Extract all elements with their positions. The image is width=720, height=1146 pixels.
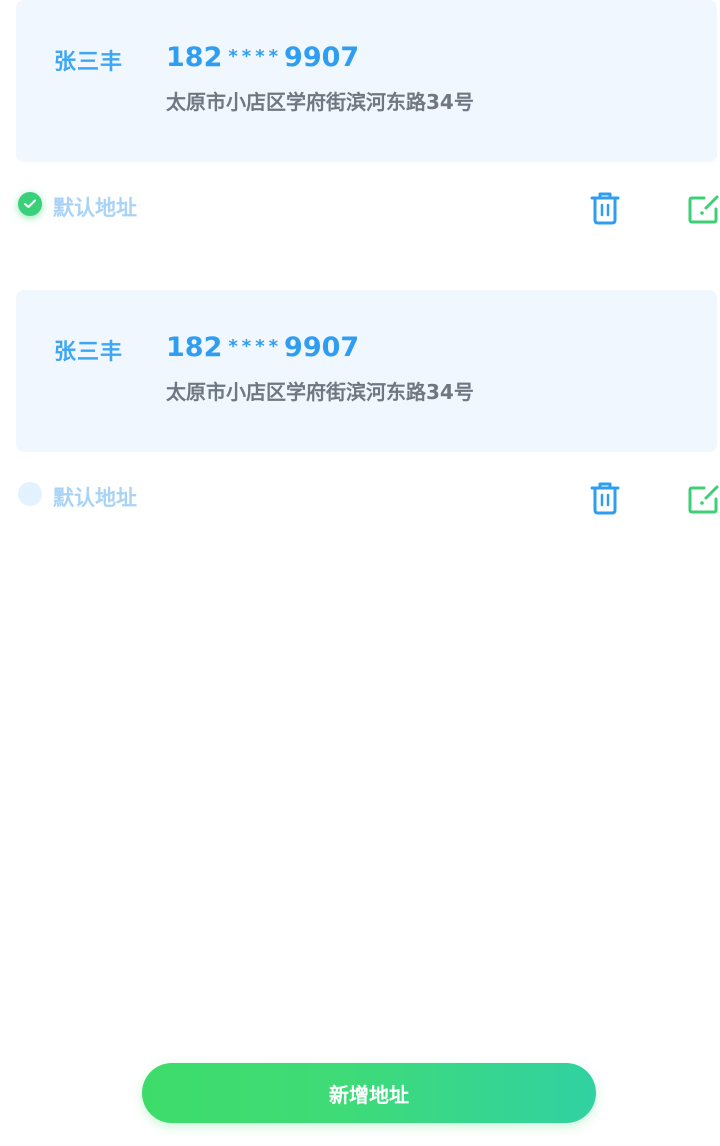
address-text: 太原市小店区学府街滨河东路34号	[166, 380, 474, 404]
add-address-button[interactable]: 新增地址	[142, 1063, 596, 1123]
address-actions: 默认地址	[0, 190, 720, 226]
trash-icon[interactable]	[588, 480, 622, 516]
default-address-label[interactable]: 默认地址	[53, 192, 137, 222]
address-list-page: 张三丰 182 ****9907 太原市小店区学府街滨河东路34号 默认地址 张…	[0, 0, 720, 1146]
default-radio-checked[interactable]	[18, 192, 42, 216]
contact-name: 张三丰	[54, 50, 124, 75]
default-address-label[interactable]: 默认地址	[53, 482, 137, 512]
edit-icon[interactable]	[686, 192, 720, 226]
address-text: 太原市小店区学府街滨河东路34号	[166, 90, 474, 114]
address-actions: 默认地址	[0, 480, 720, 516]
default-radio-unchecked[interactable]	[18, 482, 42, 506]
address-card[interactable]: 张三丰 182 ****9907 太原市小店区学府街滨河东路34号	[16, 0, 717, 162]
address-card[interactable]: 张三丰 182 ****9907 太原市小店区学府街滨河东路34号	[16, 290, 717, 452]
phone-number: 182 ****9907	[166, 42, 360, 73]
phone-number: 182 ****9907	[166, 332, 360, 363]
contact-name: 张三丰	[54, 340, 124, 365]
edit-icon[interactable]	[686, 482, 720, 516]
trash-icon[interactable]	[588, 190, 622, 226]
check-icon	[24, 199, 36, 208]
